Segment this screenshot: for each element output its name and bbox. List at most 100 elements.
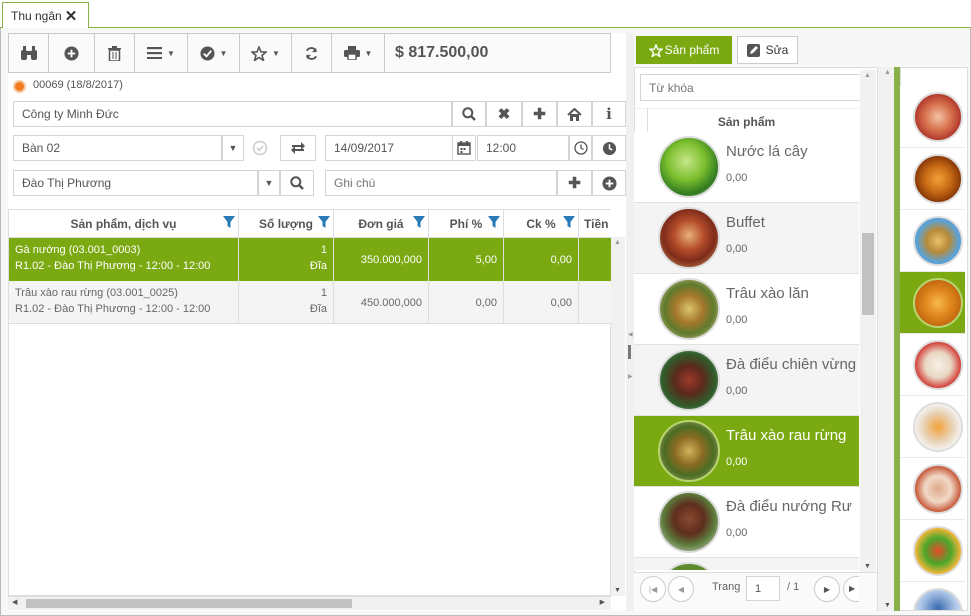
category-item-selected[interactable] (900, 272, 965, 334)
time-picker-button[interactable] (569, 135, 592, 161)
delete-button[interactable] (95, 34, 135, 72)
category-item[interactable] (900, 396, 965, 458)
table-row[interactable]: Gà nướng (03.001_0003) R1.02 - Đào Thị Ph… (9, 238, 612, 281)
product-item[interactable]: Buffet 0,00 (634, 203, 859, 274)
next-page-button[interactable]: ▶ (814, 576, 840, 602)
prev-icon: ◀ (677, 584, 685, 594)
filter-icon (223, 216, 235, 228)
category-item[interactable] (900, 148, 965, 210)
category-item-partial (900, 582, 965, 610)
calendar-button[interactable] (452, 135, 476, 161)
edit-icon (746, 43, 760, 57)
scroll-thumb[interactable] (26, 599, 352, 608)
total-amount: $ 817.500,00 (395, 44, 489, 61)
next-icon: ▶ (823, 584, 831, 594)
status-dot-icon (13, 80, 26, 93)
product-list-scrollbar[interactable]: ▲ ▼ (860, 70, 876, 572)
printer-icon (343, 46, 360, 60)
close-icon[interactable]: ✕ (65, 7, 78, 25)
page-input[interactable]: 1 (746, 576, 780, 601)
product-item[interactable]: Nước lá cây 0,00 (634, 132, 859, 203)
column-header-fee[interactable]: Phí % (429, 210, 504, 238)
product-item-selected[interactable]: Trâu xào rau rừng 0,00 (634, 416, 859, 487)
category-thumbnail (913, 92, 963, 142)
binoculars-button[interactable] (9, 34, 49, 72)
note-input[interactable] (325, 170, 557, 196)
product-thumbnail (658, 491, 720, 553)
table-row[interactable]: Trâu xào rau rừng (03.001_0025) R1.02 - Đ… (9, 281, 612, 324)
category-item[interactable] (900, 334, 965, 396)
tab-cashier[interactable]: Thu ngân ✕ (2, 2, 89, 29)
row-detail: R1.02 - Đào Thị Phương - 12:00 - 12:00 (15, 303, 211, 315)
refresh-button[interactable] (292, 34, 332, 72)
row-product-name: Trâu xào rau rừng (03.001_0025) (15, 287, 178, 299)
table-dropdown-button[interactable]: ▼ (222, 135, 244, 161)
time-field[interactable]: 12:00 (477, 135, 569, 161)
keyword-search-input[interactable] (640, 74, 872, 101)
swap-table-button[interactable] (280, 135, 316, 161)
category-item[interactable] (900, 458, 965, 520)
history-button[interactable] (592, 135, 626, 161)
search-icon (290, 176, 304, 190)
product-item-partial (634, 558, 859, 570)
product-item[interactable]: Đà điểu nướng Rư 0,00 (634, 487, 859, 558)
caret-down-icon: ▼ (264, 178, 274, 188)
row-discount: 0,00 (504, 281, 579, 324)
product-thumbnail (658, 278, 720, 340)
search-staff-button[interactable] (280, 170, 314, 196)
info-button[interactable]: i (592, 101, 626, 127)
product-item[interactable]: Đà điểu chiên vừng 0,00 (634, 345, 859, 416)
tab-bar (0, 0, 971, 28)
column-header-product[interactable]: Sản phẩm, dịch vụ (9, 210, 239, 238)
scroll-thumb[interactable] (862, 233, 874, 315)
search-customer-button[interactable] (452, 101, 486, 127)
calendar-icon (457, 141, 471, 155)
column-header-unit-price[interactable]: Đơn giá (334, 210, 429, 238)
add-note-button[interactable]: ✚ (557, 170, 592, 196)
add-customer-button[interactable]: ✚ (522, 101, 557, 127)
tab-edit[interactable]: Sửa (737, 36, 798, 64)
add-button[interactable] (49, 34, 95, 72)
category-item[interactable] (900, 210, 965, 272)
first-page-icon: |◀ (648, 584, 658, 594)
panel-splitter[interactable]: ◀ ▶ (626, 33, 634, 611)
filter-icon (318, 216, 330, 228)
category-item[interactable] (900, 520, 965, 582)
row-unit: Đĩa (309, 260, 327, 272)
staff-dropdown-button[interactable]: ▼ (258, 170, 280, 196)
table-select[interactable]: Bàn 02 (13, 135, 222, 161)
row-unit: Đĩa (309, 303, 327, 315)
product-list-header: Sản phẩm (634, 108, 859, 135)
customer-field[interactable]: Công ty Minh Đức (13, 101, 452, 127)
category-item[interactable] (900, 86, 965, 148)
column-header-discount[interactable]: Ck % (504, 210, 579, 238)
product-thumbnail (658, 420, 720, 482)
print-dropdown[interactable]: ▼ (332, 34, 385, 72)
row-price: 450.000,000 (334, 281, 429, 324)
home-button[interactable] (557, 101, 592, 127)
first-page-button[interactable]: |◀ (640, 576, 666, 602)
row-detail: R1.02 - Đào Thị Phương - 12:00 - 12:00 (15, 260, 211, 272)
grid-horizontal-scrollbar[interactable]: ◀ ▶ (8, 596, 611, 610)
star-icon (648, 43, 663, 57)
tab-products[interactable]: Sản phẩm (636, 36, 732, 64)
filter-icon (413, 216, 425, 228)
grid-vertical-scrollbar[interactable]: ▲ ▼ (611, 237, 625, 596)
column-header-amount[interactable]: Tiền (579, 210, 612, 238)
menu-dropdown[interactable]: ▼ (135, 34, 188, 72)
staff-select[interactable]: Đào Thị Phương (13, 170, 258, 196)
star-icon (251, 45, 268, 61)
favorite-dropdown[interactable]: ▼ (240, 34, 292, 72)
column-header-quantity[interactable]: Số lượng (239, 210, 334, 238)
search-icon (462, 107, 476, 121)
date-field[interactable]: 14/09/2017 (325, 135, 453, 161)
add-item-button[interactable] (592, 170, 626, 196)
clear-customer-button[interactable]: ✖ (486, 101, 522, 127)
home-icon (567, 107, 582, 121)
row-quantity: 1 (320, 287, 327, 299)
prev-page-button[interactable]: ◀ (668, 576, 694, 602)
clock-filled-icon (602, 141, 616, 155)
product-item[interactable]: Trâu xào lăn 0,00 (634, 274, 859, 345)
approve-dropdown[interactable]: ▼ (188, 34, 240, 72)
row-quantity: 1 (320, 244, 327, 256)
